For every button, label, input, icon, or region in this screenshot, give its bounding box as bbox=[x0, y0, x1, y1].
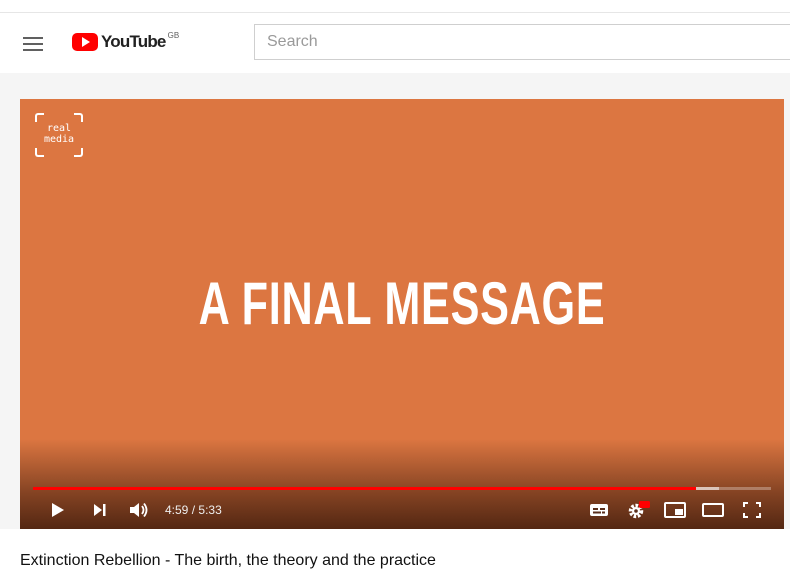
settings-button[interactable] bbox=[624, 495, 654, 525]
theater-mode-icon bbox=[702, 503, 724, 517]
fullscreen-icon bbox=[743, 502, 761, 518]
next-button[interactable] bbox=[86, 495, 114, 525]
time-separator: / bbox=[191, 503, 196, 517]
region-code: GB bbox=[167, 30, 180, 40]
play-button[interactable] bbox=[44, 495, 72, 525]
next-icon bbox=[94, 504, 106, 516]
fullscreen-button[interactable] bbox=[737, 495, 767, 525]
player-controls: 4:59 / 5:33 bbox=[20, 495, 784, 525]
youtube-play-icon bbox=[72, 33, 98, 51]
subtitles-icon bbox=[590, 504, 608, 516]
logo-text: YouTube bbox=[101, 32, 166, 51]
time-total: 5:33 bbox=[198, 503, 222, 517]
page-background bbox=[0, 73, 790, 99]
page-background-left bbox=[0, 99, 20, 529]
badge-line-1: real bbox=[46, 123, 72, 134]
progress-bar[interactable] bbox=[33, 487, 771, 490]
progress-played bbox=[33, 487, 697, 490]
subtitles-button[interactable] bbox=[584, 495, 614, 525]
time-display: 4:59 / 5:33 bbox=[165, 503, 222, 517]
real-media-logo: real media bbox=[35, 113, 83, 157]
volume-button[interactable] bbox=[124, 495, 154, 525]
miniplayer-button[interactable] bbox=[660, 495, 690, 525]
miniplayer-icon bbox=[664, 502, 686, 518]
youtube-logo[interactable]: YouTube GB bbox=[72, 31, 179, 53]
theater-mode-button[interactable] bbox=[698, 495, 728, 525]
page-background-right bbox=[784, 99, 790, 529]
badge-line-2: media bbox=[43, 134, 75, 145]
hamburger-menu-icon[interactable] bbox=[23, 37, 43, 51]
video-player[interactable]: real media A FINAL MESSAGE 4:59 / 5:33 bbox=[20, 99, 784, 529]
search-input[interactable] bbox=[254, 24, 790, 60]
video-frame-text: A FINAL MESSAGE bbox=[198, 270, 606, 337]
play-icon bbox=[52, 503, 64, 517]
time-current: 4:59 bbox=[165, 503, 189, 517]
masthead: YouTube GB bbox=[0, 13, 790, 73]
video-title: Extinction Rebellion - The birth, the th… bbox=[20, 552, 436, 569]
volume-icon bbox=[130, 502, 148, 518]
settings-icon bbox=[628, 501, 650, 519]
